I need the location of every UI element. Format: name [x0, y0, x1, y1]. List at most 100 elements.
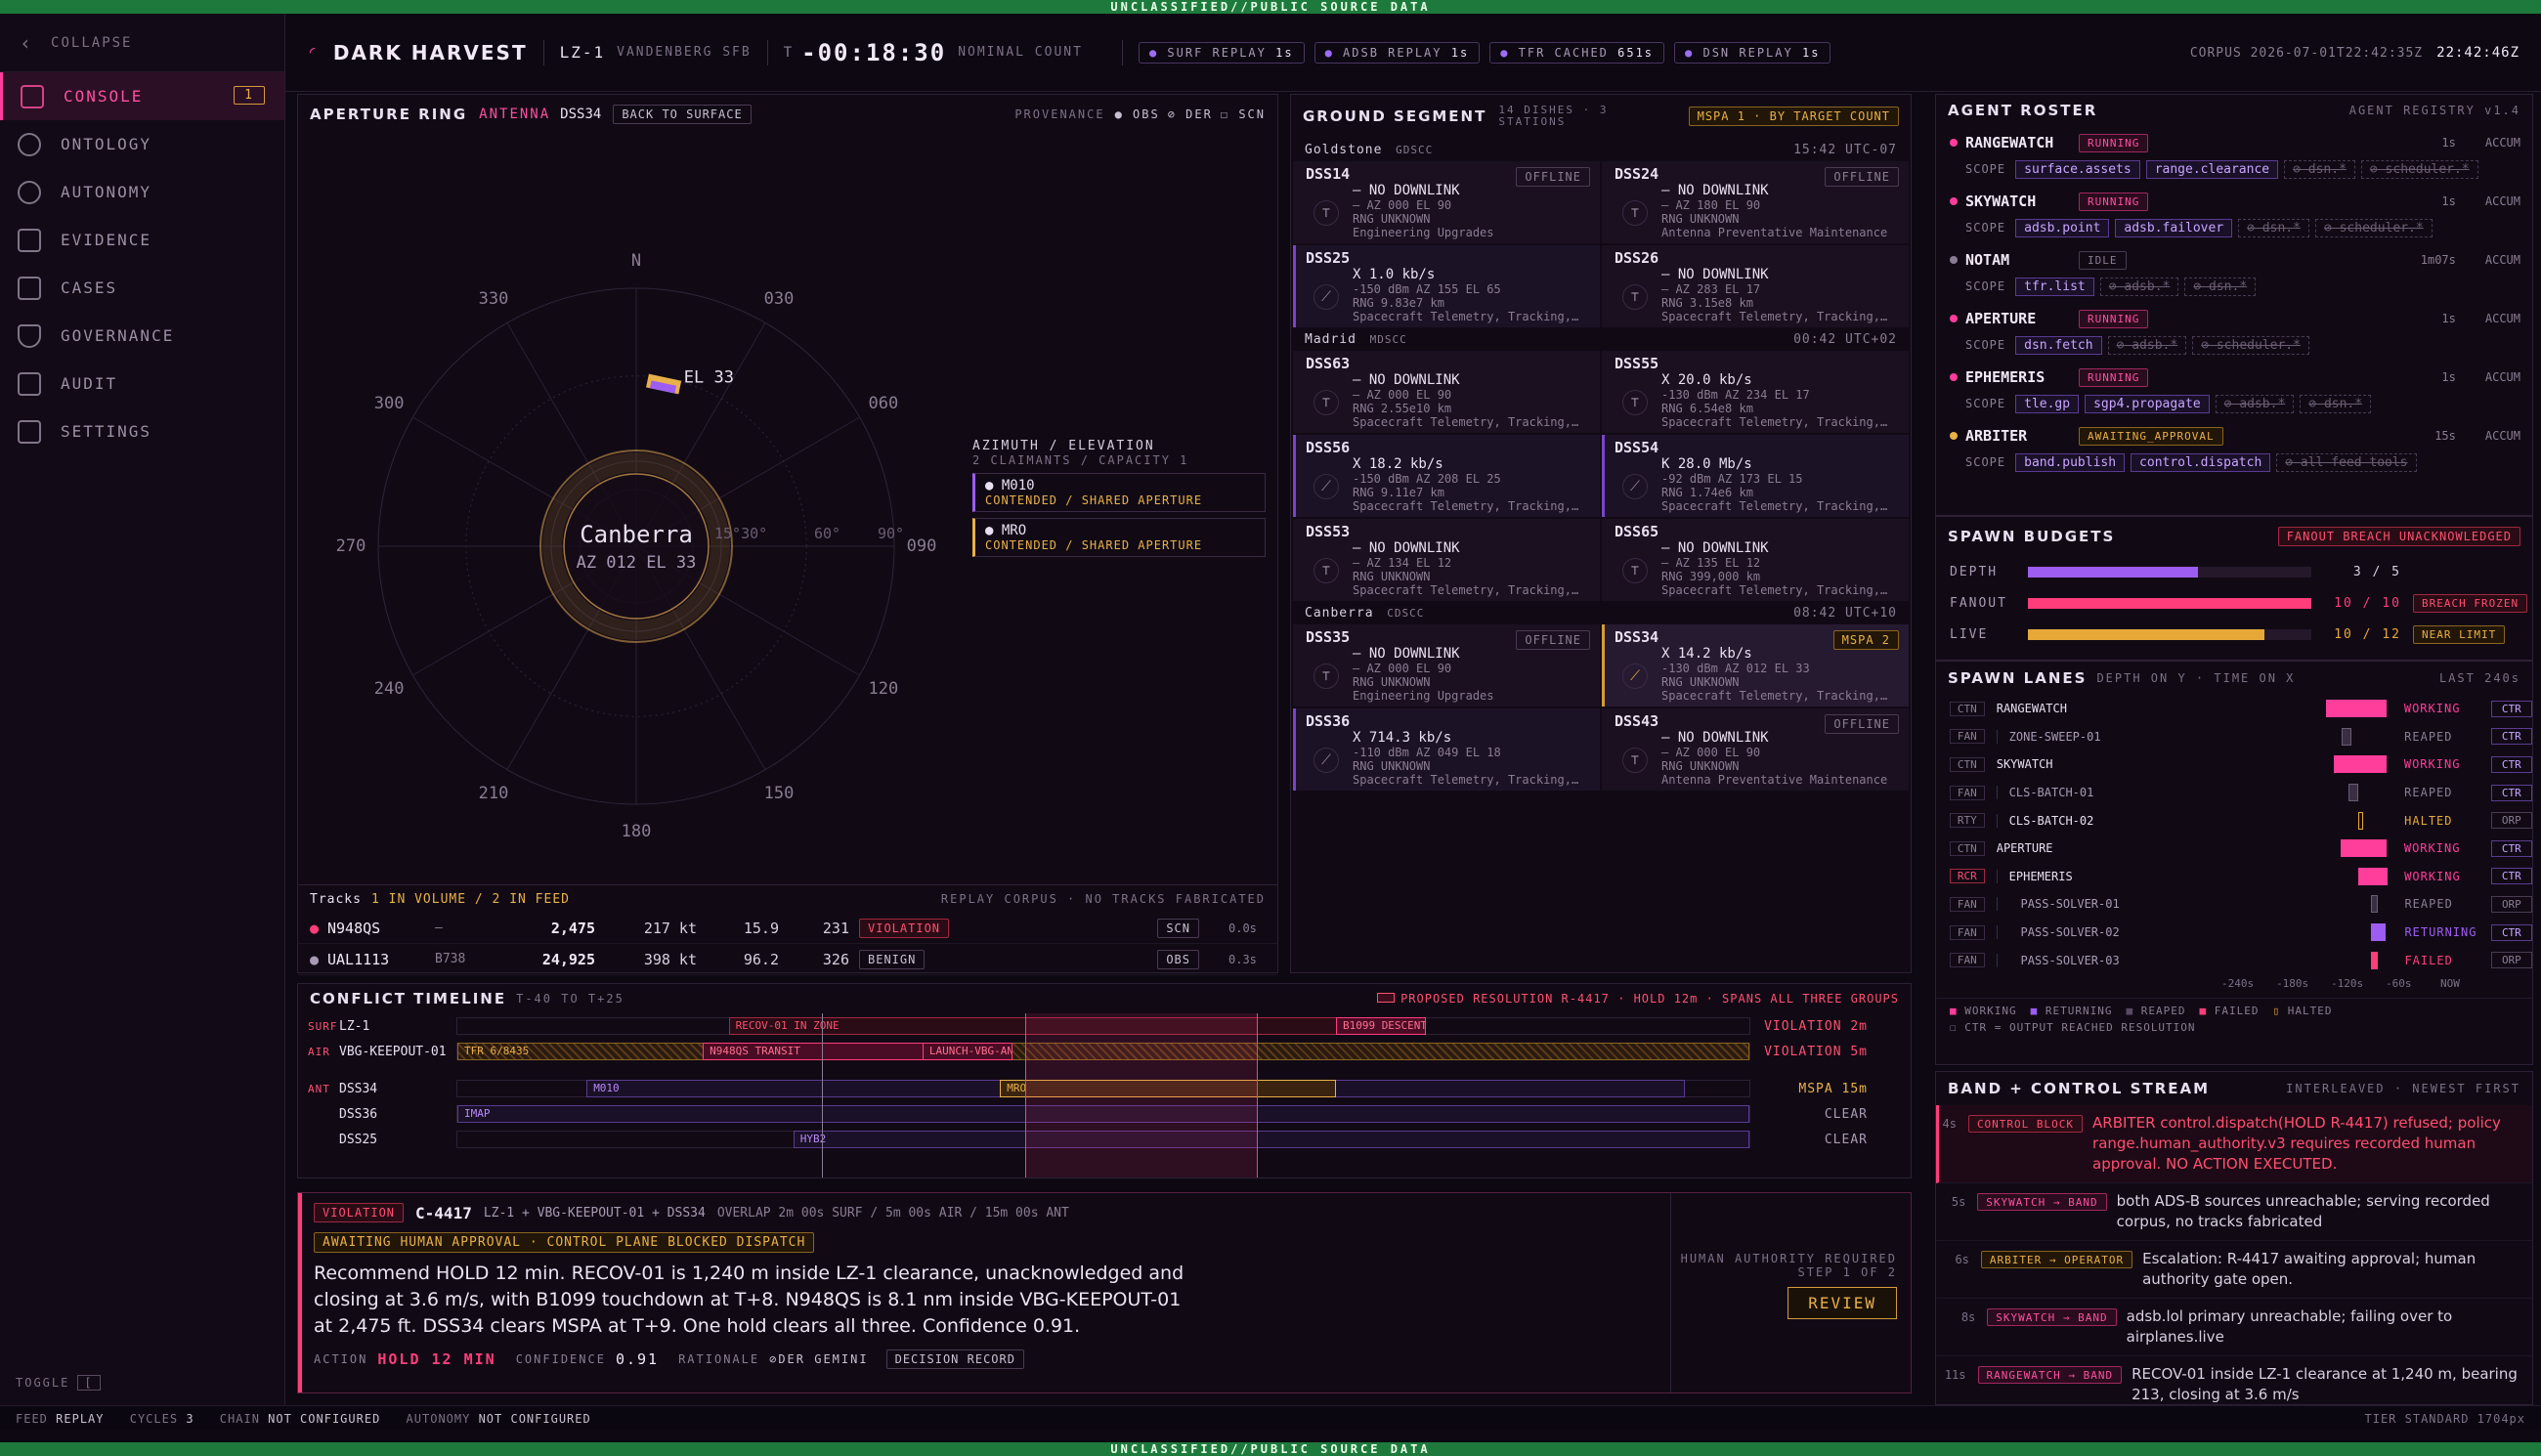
sidebar-item-ontology[interactable]: ONTOLOGY [0, 120, 284, 168]
azel-box: AZIMUTH / ELEVATION 2 CLAIMANTS / CAPACI… [972, 439, 1266, 557]
dish-card[interactable]: DSS24 OFFLINE – NO DOWNLINK – AZ 180 EL 90 R… [1602, 161, 1909, 243]
dish-status-badge: OFFLINE [1516, 630, 1590, 650]
table-row[interactable]: ● N948QS — 2,475 217 kt 15.9 231 VIOLATI… [298, 913, 1277, 944]
dish-card[interactable]: DSS36 X 714.3 kb/s -110 dBm AZ 049 EL 18 RN… [1293, 708, 1600, 791]
agent-list: RANGEWATCH RUNNING 1s ACCUM SCOPE surface.ass… [1936, 126, 2532, 478]
lane-row[interactable]: FAN PASS-SOLVER-01 REAPED ORP [1936, 890, 2532, 919]
dish-status-badge: OFFLINE [1516, 167, 1590, 187]
agent-row[interactable]: NOTAM IDLE 1m07s ACCUM SCOPE tfr.list ⊘ adsb.*… [1936, 243, 2532, 302]
dish-card[interactable]: DSS43 OFFLINE – NO DOWNLINK – AZ 000 EL 90 R… [1602, 708, 1909, 791]
proposed-resolution[interactable]: PROPOSED RESOLUTION R-4417 · HOLD 12m · … [1377, 992, 1899, 1006]
review-button[interactable]: REVIEW [1787, 1287, 1897, 1319]
table-row[interactable]: ● UAL1113 B738 24,925 398 kt 96.2 326 BE… [298, 944, 1277, 975]
ring-label: 90° [878, 525, 904, 542]
decision-record-button[interactable]: DECISION RECORD [885, 1349, 1024, 1369]
toggle-key: [ [77, 1375, 101, 1391]
timeline-segment[interactable]: LAUNCH-VBG-AN [922, 1043, 1013, 1060]
dish-card[interactable]: DSS26– NO DOWNLINK – AZ 283 EL 17 RNG 3.15… [1602, 245, 1909, 327]
agent-row[interactable]: APERTURE RUNNING 1s ACCUM SCOPE dsn.fetch ⊘ ad… [1936, 302, 2532, 361]
prov-obs[interactable]: ● OBS [1115, 107, 1160, 121]
feed-badge-dsn[interactable]: ● DSN REPLAY 1s [1674, 41, 1831, 64]
scope-chip: sgp4.propagate [2085, 394, 2210, 413]
lane-row[interactable]: CTN RANGEWATCH WORKING CTR [1936, 695, 2532, 723]
timeline-header: CONFLICT TIMELINE T-40 TO T+25 PROPOSED … [298, 984, 1911, 1013]
dish-antenna-icon: ⊤ [1314, 200, 1339, 226]
dish-card[interactable]: DSS25 X 1.0 kb/s -150 dBm AZ 155 EL 65 RNG … [1293, 245, 1600, 327]
station-time: 00:42 UTC+02 [1793, 331, 1897, 347]
agent-row[interactable]: SKYWATCH RUNNING 1s ACCUM SCOPE adsb.point ads… [1936, 185, 2532, 243]
scope-chip: adsb.failover [2115, 218, 2233, 237]
feed-badge-tfr[interactable]: ● TFR CACHED 651s [1489, 41, 1665, 64]
feed-badge-adsb[interactable]: ● ADSB REPLAY 1s [1314, 41, 1481, 64]
registry-version: AGENT REGISTRY v1.4 [2348, 104, 2520, 117]
sidebar-item-console[interactable]: CONSOLE 1 [0, 72, 284, 120]
dish-id: DSS56 [1306, 439, 1351, 456]
timeline-segment[interactable]: HYB2 [793, 1131, 1749, 1148]
agent-row[interactable]: RANGEWATCH RUNNING 1s ACCUM SCOPE surface.ass… [1936, 126, 2532, 185]
status-dot-icon [1950, 256, 1958, 264]
stream-item[interactable]: 4s CONTROL BLOCK ARBITER control.dispatch(… [1936, 1105, 2532, 1183]
lane-ctr-badge: CTR [2490, 868, 2532, 885]
mspa-badge[interactable]: MSPA 1 · BY TARGET COUNT [1688, 107, 1899, 126]
sidebar-item-autonomy[interactable]: AUTONOMY [0, 168, 284, 216]
lane-row[interactable]: FAN CLS-BATCH-01 REAPED CTR [1936, 779, 2532, 807]
lane-row[interactable]: RCR EPHEMERIS WORKING CTR [1936, 863, 2532, 891]
dish-range: RNG UNKNOWN [1353, 212, 1431, 226]
claimant-mro[interactable]: ● MRO CONTENDED / SHARED APERTURE [972, 518, 1266, 557]
bearing-label: 120 [869, 679, 899, 699]
sidebar-item-audit[interactable]: AUDIT [0, 360, 284, 407]
sidebar-item-cases[interactable]: CASES [0, 264, 284, 312]
lane-legend: ■ WORKING ■ RETURNING ■ REAPED ■ FAILED … [1936, 997, 2532, 1017]
lane-row[interactable]: FAN PASS-SOLVER-02 RETURNING CTR [1936, 919, 2532, 947]
sidebar-toggle[interactable]: TOGGLE [ [16, 1375, 101, 1391]
dish-card[interactable]: DSS53– NO DOWNLINK – AZ 134 EL 12 RNG UNKN… [1293, 519, 1600, 601]
fanout-alert[interactable]: FANOUT BREACH UNACKNOWLEDGED [2277, 527, 2520, 546]
dish-card[interactable]: DSS54 K 28.0 Mb/s -92 dBm AZ 173 EL 15 RNG … [1602, 435, 1909, 517]
dish-card[interactable]: DSS35 OFFLINE – NO DOWNLINK – AZ 000 EL 90 R… [1293, 624, 1600, 707]
dish-card[interactable]: DSS65– NO DOWNLINK – AZ 135 EL 12 RNG 399,… [1602, 519, 1909, 601]
sidebar-item-settings[interactable]: SETTINGS [0, 407, 284, 455]
stream-item[interactable]: 8s SKYWATCH → BAND adsb.lol primary unreac… [1936, 1299, 2532, 1356]
row-result: CLEAR [1824, 1106, 1868, 1122]
dish-status-badge: OFFLINE [1825, 714, 1899, 734]
lane-row[interactable]: FAN PASS-SOLVER-03 FAILED ORP [1936, 946, 2532, 974]
dish-card[interactable]: DSS55 X 20.0 kb/s -130 dBm AZ 234 EL 17 RNG… [1602, 351, 1909, 433]
dish-card[interactable]: DSS14 OFFLINE – NO DOWNLINK – AZ 000 EL 90 R… [1293, 161, 1600, 243]
sidebar-item-evidence[interactable]: EVIDENCE [0, 216, 284, 264]
dish-pointing: -130 dBm AZ 012 EL 33 [1661, 662, 1810, 675]
feed-name: SURF REPLAY [1167, 45, 1267, 60]
denied-scope-chip: ⊘ scheduler.* [2314, 218, 2433, 237]
agent-row[interactable]: EPHEMERIS RUNNING 1s ACCUM SCOPE tle.gp sgp4.p… [1936, 361, 2532, 419]
dish-grid: DSS14 OFFLINE – NO DOWNLINK – AZ 000 EL 90 R… [1291, 161, 1911, 327]
bearing-label: 030 [764, 289, 795, 309]
prov-der[interactable]: ⊘ DER [1168, 107, 1213, 121]
dish-card[interactable]: DSS34 MSPA 2X 14.2 kb/s -130 dBm AZ 012 EL… [1602, 624, 1909, 707]
legend-returning: ■ RETURNING [2031, 1005, 2113, 1017]
lane-row[interactable]: CTN SKYWATCH WORKING CTR [1936, 750, 2532, 779]
tracks-count: 1 IN VOLUME / 2 IN FEED [370, 891, 570, 907]
action-label: ACTION [314, 1352, 368, 1366]
lane-bar [2348, 784, 2359, 802]
sidebar-item-governance[interactable]: GOVERNANCE [0, 312, 284, 360]
feed-badge-surf[interactable]: ● SURF REPLAY 1s [1138, 41, 1305, 64]
lane-row[interactable]: CTN APERTURE WORKING CTR [1936, 835, 2532, 863]
timeline-segment[interactable]: B1099 DESCENT [1335, 1017, 1427, 1035]
claimant-m010[interactable]: ● M010 CONTENDED / SHARED APERTURE [972, 473, 1266, 512]
back-to-surface-button[interactable]: BACK TO SURFACE [613, 105, 752, 124]
dish-antenna-icon: ⊤ [1622, 558, 1648, 583]
lane-row[interactable]: RTY CLS-BATCH-02 HALTED ORP [1936, 806, 2532, 835]
stream-item[interactable]: 5s SKYWATCH → BAND both ADS-B sources unre… [1936, 1183, 2532, 1241]
collapse-button[interactable]: ‹ COLLAPSE [0, 14, 284, 72]
budget-value: 10 / 10 [2334, 595, 2401, 611]
dish-card[interactable]: DSS56 X 18.2 kb/s -150 dBm AZ 208 EL 25 RNG… [1293, 435, 1600, 517]
prov-scn[interactable]: ☐ SCN [1221, 107, 1266, 121]
site-name: VANDENBERG SFB [617, 45, 752, 60]
stream-item[interactable]: 6s ARBITER → OPERATOR Escalation: R-4417 a… [1936, 1241, 2532, 1299]
agent-row[interactable]: ARBITER AWAITING_APPROVAL 15s ACCUM SCOPE ban… [1936, 419, 2532, 478]
lane-row[interactable]: FAN ZONE-SWEEP-01 REAPED CTR [1936, 723, 2532, 751]
dish-card[interactable]: DSS63– NO DOWNLINK – AZ 000 EL 90 RNG 2.55… [1293, 351, 1600, 433]
authority-box: HUMAN AUTHORITY REQUIRED STEP 1 OF 2 REV… [1681, 1252, 1897, 1319]
row-category: ANT [308, 1082, 330, 1095]
dish-range: RNG 399,000 km [1661, 570, 1761, 583]
legend-working: ■ WORKING [1950, 1005, 2017, 1017]
